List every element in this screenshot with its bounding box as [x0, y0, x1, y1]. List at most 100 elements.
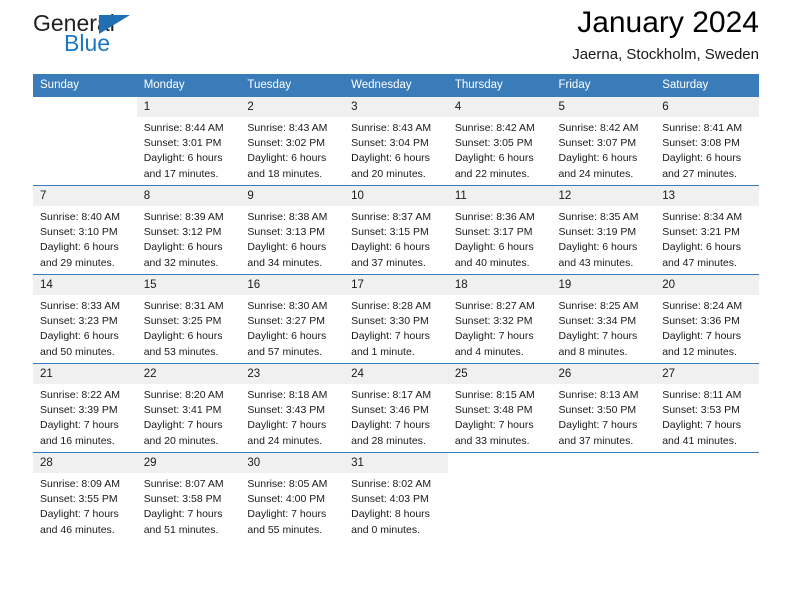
day-cell[interactable]: 29 Sunrise: 8:07 AM Sunset: 3:58 PM Dayligh… [136, 453, 241, 541]
sunset-text: Sunset: 3:25 PM [143, 315, 222, 328]
day-cell[interactable]: 23 Sunrise: 8:18 AM Sunset: 3:43 PM Dayligh… [240, 364, 345, 452]
day-sun-info: Sunrise: 8:43 AM Sunset: 3:02 PM Daylight:… [240, 117, 344, 183]
daylight-text-line1: Daylight: 8 hours [351, 508, 430, 521]
sunrise-text: Sunrise: 8:31 AM [143, 299, 224, 312]
sunset-text: Sunset: 3:27 PM [247, 315, 326, 328]
calendar-cell-day-13[interactable]: 13 Sunrise: 8:34 AM Sunset: 3:21 PM Dayligh… [655, 185, 759, 275]
day-cell[interactable]: 21 Sunrise: 8:22 AM Sunset: 3:39 PM Dayligh… [33, 364, 137, 452]
day-cell[interactable]: 19 Sunrise: 8:25 AM Sunset: 3:34 PM Dayligh… [551, 275, 656, 363]
calendar-cell-day-25[interactable]: 25 Sunrise: 8:15 AM Sunset: 3:48 PM Dayligh… [447, 363, 552, 453]
daylight-text-line1: Daylight: 6 hours [143, 152, 223, 165]
calendar-cell-day-19[interactable]: 19 Sunrise: 8:25 AM Sunset: 3:34 PM Dayligh… [551, 274, 656, 364]
day-cell[interactable]: 1 Sunrise: 8:44 AM Sunset: 3:01 PM Daylight… [136, 97, 241, 185]
day-number: 20 [655, 275, 759, 295]
day-sun-info: Sunrise: 8:24 AM Sunset: 3:36 PM Daylight:… [655, 295, 759, 361]
calendar-cell-day-15[interactable]: 15 Sunrise: 8:31 AM Sunset: 3:25 PM Dayligh… [136, 274, 241, 364]
calendar-cell-day-14[interactable]: 14 Sunrise: 8:33 AM Sunset: 3:23 PM Dayligh… [33, 274, 137, 364]
day-cell[interactable]: 22 Sunrise: 8:20 AM Sunset: 3:41 PM Dayligh… [136, 364, 241, 452]
daylight-text-line2: and 4 minutes. [454, 345, 524, 358]
day-number: 17 [344, 275, 448, 295]
day-number: 21 [33, 364, 137, 384]
calendar-cell-day-23[interactable]: 23 Sunrise: 8:18 AM Sunset: 3:43 PM Dayligh… [240, 363, 345, 453]
day-cell[interactable]: 8 Sunrise: 8:39 AM Sunset: 3:12 PM Daylight… [136, 186, 241, 274]
calendar-cell-day-8[interactable]: 8 Sunrise: 8:39 AM Sunset: 3:12 PM Daylight… [136, 185, 241, 275]
calendar-cell-day-3[interactable]: 3 Sunrise: 8:43 AM Sunset: 3:04 PM Daylight… [344, 96, 448, 186]
day-cell[interactable]: 6 Sunrise: 8:41 AM Sunset: 3:08 PM Daylight… [655, 97, 759, 185]
day-sun-info: Sunrise: 8:36 AM Sunset: 3:17 PM Daylight:… [448, 206, 552, 272]
day-cell[interactable]: 28 Sunrise: 8:09 AM Sunset: 3:55 PM Dayligh… [33, 453, 137, 541]
daylight-text-line1: Daylight: 6 hours [40, 330, 119, 343]
day-cell[interactable]: 4 Sunrise: 8:42 AM Sunset: 3:05 PM Daylight… [447, 97, 552, 185]
day-cell[interactable]: 12 Sunrise: 8:35 AM Sunset: 3:19 PM Dayligh… [551, 186, 656, 274]
sunrise-text: Sunrise: 8:18 AM [247, 388, 328, 401]
weekday-header-friday: Friday [551, 74, 656, 97]
daylight-text-line2: and 1 minute. [351, 345, 415, 358]
calendar-week-row: 28 Sunrise: 8:09 AM Sunset: 3:55 PM Dayligh… [33, 452, 759, 541]
daylight-text-line2: and 37 minutes. [558, 434, 634, 447]
day-cell[interactable]: 17 Sunrise: 8:28 AM Sunset: 3:30 PM Dayligh… [344, 275, 448, 363]
day-cell[interactable]: 16 Sunrise: 8:30 AM Sunset: 3:27 PM Dayligh… [240, 275, 345, 363]
day-cell[interactable]: 11 Sunrise: 8:36 AM Sunset: 3:17 PM Dayligh… [447, 186, 552, 274]
day-cell[interactable]: 9 Sunrise: 8:38 AM Sunset: 3:13 PM Daylight… [240, 186, 345, 274]
day-cell[interactable]: 15 Sunrise: 8:31 AM Sunset: 3:25 PM Dayligh… [136, 275, 241, 363]
day-cell[interactable]: 18 Sunrise: 8:27 AM Sunset: 3:32 PM Dayligh… [447, 275, 552, 363]
daylight-text-line1: Daylight: 7 hours [558, 330, 638, 343]
calendar-cell-day-4[interactable]: 4 Sunrise: 8:42 AM Sunset: 3:05 PM Daylight… [447, 96, 552, 186]
calendar-cell-day-28[interactable]: 28 Sunrise: 8:09 AM Sunset: 3:55 PM Dayligh… [33, 452, 137, 541]
sunset-text: Sunset: 3:50 PM [558, 404, 637, 417]
calendar-cell-day-9[interactable]: 9 Sunrise: 8:38 AM Sunset: 3:13 PM Daylight… [240, 185, 345, 275]
day-cell[interactable]: 30 Sunrise: 8:05 AM Sunset: 4:00 PM Dayligh… [240, 453, 345, 541]
calendar-cell-day-22[interactable]: 22 Sunrise: 8:20 AM Sunset: 3:41 PM Dayligh… [136, 363, 241, 453]
day-sun-info: Sunrise: 8:07 AM Sunset: 3:58 PM Daylight:… [137, 473, 241, 539]
day-sun-info: Sunrise: 8:22 AM Sunset: 3:39 PM Daylight:… [33, 384, 137, 450]
calendar-cell-day-12[interactable]: 12 Sunrise: 8:35 AM Sunset: 3:19 PM Dayligh… [551, 185, 656, 275]
daylight-text-line2: and 32 minutes. [143, 256, 219, 269]
day-sun-info: Sunrise: 8:39 AM Sunset: 3:12 PM Daylight:… [137, 206, 241, 272]
day-cell[interactable]: 3 Sunrise: 8:43 AM Sunset: 3:04 PM Daylight… [344, 97, 448, 185]
day-cell[interactable]: 26 Sunrise: 8:13 AM Sunset: 3:50 PM Dayligh… [551, 364, 656, 452]
daylight-text-line1: Daylight: 6 hours [247, 330, 327, 343]
page-header: General Blue January 2024 Jaerna, Stockh… [33, 0, 759, 74]
calendar-cell-day-1[interactable]: 1 Sunrise: 8:44 AM Sunset: 3:01 PM Daylight… [136, 96, 241, 186]
day-cell[interactable]: 25 Sunrise: 8:15 AM Sunset: 3:48 PM Dayligh… [447, 364, 552, 452]
day-cell[interactable]: 31 Sunrise: 8:02 AM Sunset: 4:03 PM Dayligh… [344, 453, 448, 541]
calendar-cell-day-2[interactable]: 2 Sunrise: 8:43 AM Sunset: 3:02 PM Daylight… [240, 96, 345, 186]
day-cell[interactable]: 2 Sunrise: 8:43 AM Sunset: 3:02 PM Daylight… [240, 97, 345, 185]
calendar-cell-day-26[interactable]: 26 Sunrise: 8:13 AM Sunset: 3:50 PM Dayligh… [551, 363, 656, 453]
calendar-cell-day-5[interactable]: 5 Sunrise: 8:42 AM Sunset: 3:07 PM Daylight… [551, 96, 656, 186]
calendar-cell-day-20[interactable]: 20 Sunrise: 8:24 AM Sunset: 3:36 PM Dayligh… [655, 274, 759, 364]
day-cell-empty [655, 453, 759, 541]
calendar-cell-day-29[interactable]: 29 Sunrise: 8:07 AM Sunset: 3:58 PM Dayligh… [136, 452, 241, 541]
sunset-text: Sunset: 3:23 PM [40, 315, 118, 328]
calendar-cell-day-30[interactable]: 30 Sunrise: 8:05 AM Sunset: 4:00 PM Dayligh… [240, 452, 345, 541]
daylight-text-line2: and 24 minutes. [558, 167, 634, 180]
calendar-cell-day-27[interactable]: 27 Sunrise: 8:11 AM Sunset: 3:53 PM Dayligh… [655, 363, 759, 453]
day-cell[interactable]: 10 Sunrise: 8:37 AM Sunset: 3:15 PM Dayligh… [344, 186, 448, 274]
calendar-cell-day-21[interactable]: 21 Sunrise: 8:22 AM Sunset: 3:39 PM Dayligh… [33, 363, 137, 453]
calendar-cell-day-11[interactable]: 11 Sunrise: 8:36 AM Sunset: 3:17 PM Dayligh… [447, 185, 552, 275]
calendar-cell-day-10[interactable]: 10 Sunrise: 8:37 AM Sunset: 3:15 PM Dayligh… [344, 185, 448, 275]
day-cell[interactable]: 27 Sunrise: 8:11 AM Sunset: 3:53 PM Dayligh… [655, 364, 759, 452]
sunset-text: Sunset: 3:05 PM [454, 137, 533, 150]
day-cell[interactable]: 24 Sunrise: 8:17 AM Sunset: 3:46 PM Dayligh… [344, 364, 448, 452]
calendar-cell-day-18[interactable]: 18 Sunrise: 8:27 AM Sunset: 3:32 PM Dayligh… [447, 274, 552, 364]
day-cell[interactable]: 14 Sunrise: 8:33 AM Sunset: 3:23 PM Dayligh… [33, 275, 137, 363]
calendar-cell-day-24[interactable]: 24 Sunrise: 8:17 AM Sunset: 3:46 PM Dayligh… [344, 363, 448, 453]
calendar-cell-day-31[interactable]: 31 Sunrise: 8:02 AM Sunset: 4:03 PM Dayligh… [344, 452, 448, 541]
sunset-text: Sunset: 3:01 PM [143, 137, 222, 150]
day-cell[interactable]: 7 Sunrise: 8:40 AM Sunset: 3:10 PM Daylight… [33, 186, 137, 274]
calendar-cell-day-7[interactable]: 7 Sunrise: 8:40 AM Sunset: 3:10 PM Daylight… [33, 185, 137, 275]
daylight-text-line1: Daylight: 6 hours [143, 241, 223, 254]
day-sun-info: Sunrise: 8:05 AM Sunset: 4:00 PM Daylight:… [240, 473, 344, 539]
calendar-cell-day-16[interactable]: 16 Sunrise: 8:30 AM Sunset: 3:27 PM Dayligh… [240, 274, 345, 364]
calendar-cell-day-17[interactable]: 17 Sunrise: 8:28 AM Sunset: 3:30 PM Dayligh… [344, 274, 448, 364]
calendar-cell-day-6[interactable]: 6 Sunrise: 8:41 AM Sunset: 3:08 PM Daylight… [655, 96, 759, 186]
day-sun-info: Sunrise: 8:09 AM Sunset: 3:55 PM Daylight:… [33, 473, 137, 539]
sunrise-text: Sunrise: 8:11 AM [662, 388, 742, 401]
day-cell[interactable]: 13 Sunrise: 8:34 AM Sunset: 3:21 PM Dayligh… [655, 186, 759, 274]
day-cell[interactable]: 20 Sunrise: 8:24 AM Sunset: 3:36 PM Dayligh… [655, 275, 759, 363]
day-sun-info: Sunrise: 8:31 AM Sunset: 3:25 PM Daylight:… [137, 295, 241, 361]
calendar-header-row: Sunday Monday Tuesday Wednesday Thursday Frid… [33, 74, 759, 97]
day-cell[interactable]: 5 Sunrise: 8:42 AM Sunset: 3:07 PM Daylight… [551, 97, 656, 185]
daylight-text-line2: and 43 minutes. [558, 256, 634, 269]
